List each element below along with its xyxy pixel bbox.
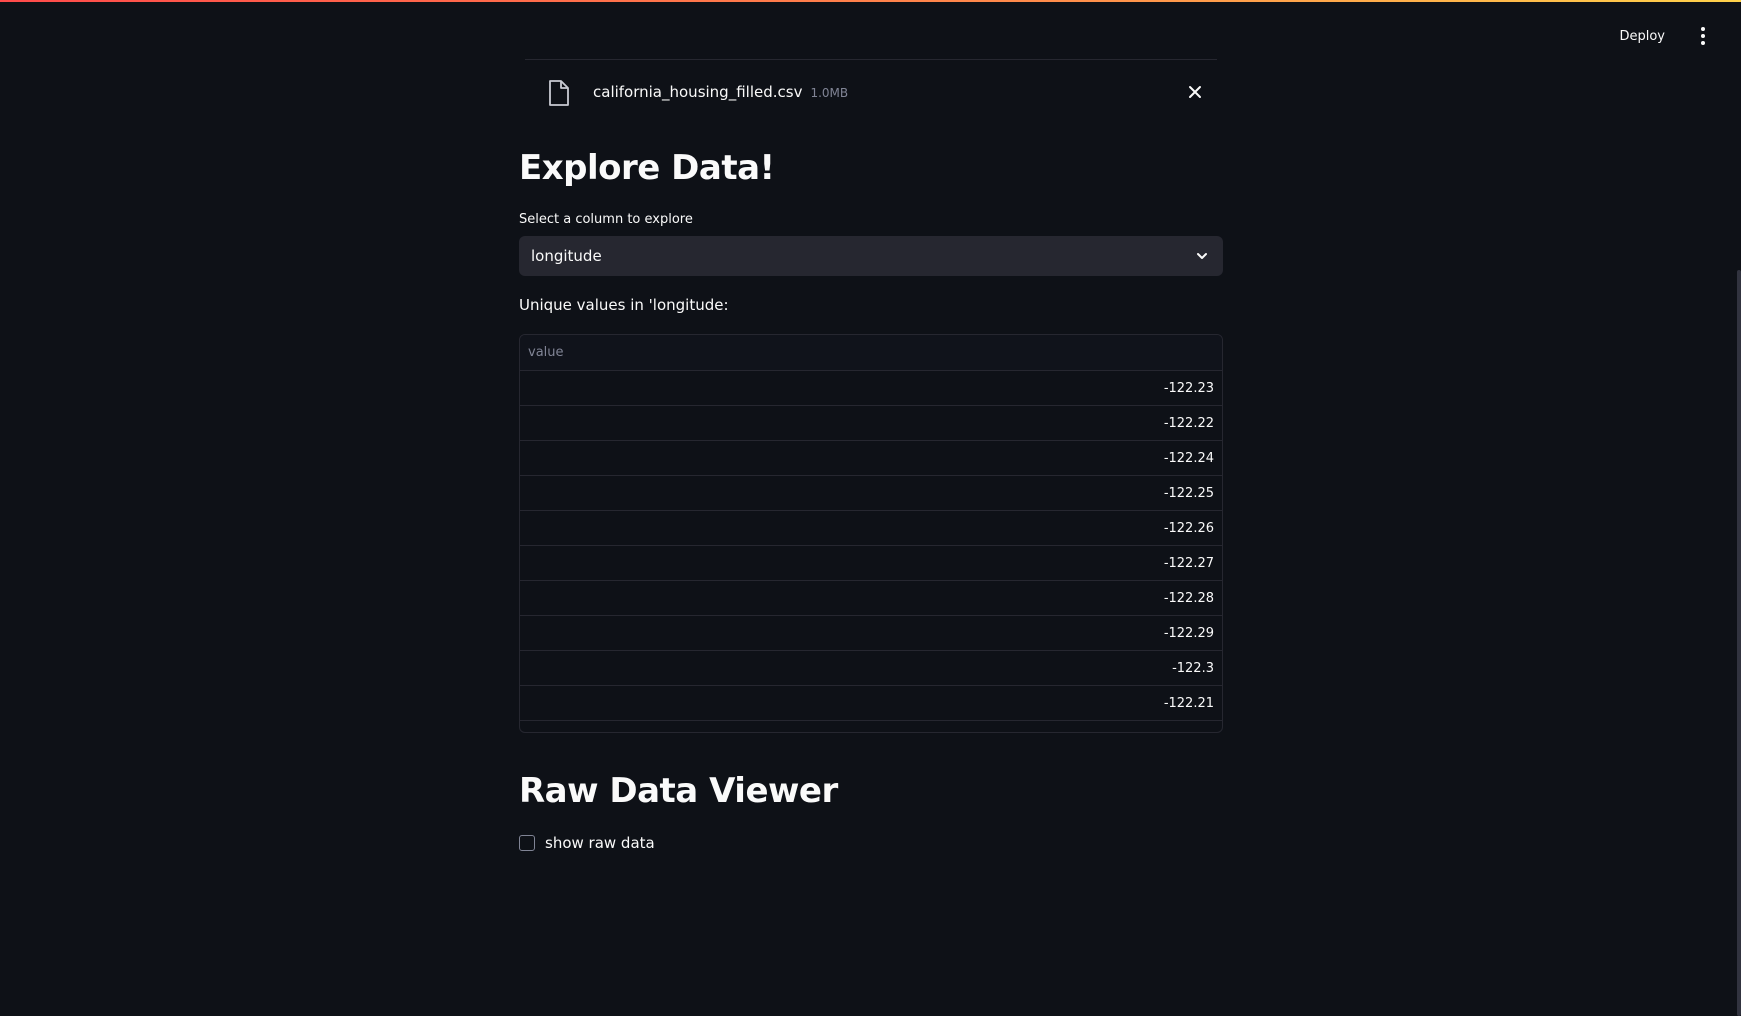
column-select-value: longitude — [531, 247, 602, 265]
deploy-button[interactable]: Deploy — [1613, 25, 1671, 48]
file-name: california_housing_filled.csv — [593, 83, 803, 101]
unique-values-table[interactable]: value -122.23 -122.22 -122.24 -122.25 -1… — [519, 334, 1223, 733]
file-size: 1.0MB — [810, 86, 849, 100]
kebab-menu-icon[interactable] — [1695, 24, 1711, 48]
table-row[interactable]: -122.28 — [520, 581, 1222, 616]
header-actions: Deploy — [1613, 24, 1711, 48]
table-row[interactable]: -122.24 — [520, 441, 1222, 476]
remove-file-button[interactable] — [1185, 82, 1205, 102]
file-icon — [549, 80, 569, 106]
table-row[interactable]: -122.26 — [520, 511, 1222, 546]
table-row[interactable]: -122.29 — [520, 616, 1222, 651]
table-column-header[interactable]: value — [520, 335, 1222, 371]
chevron-down-icon — [1197, 253, 1207, 259]
show-raw-data-checkbox[interactable] — [519, 835, 535, 851]
close-icon — [1189, 86, 1201, 98]
unique-values-caption: Unique values in 'longitude: — [519, 296, 729, 314]
uploaded-file-info: california_housing_filled.csv 1.0MB — [593, 83, 848, 101]
select-label: Select a column to explore — [519, 212, 693, 227]
raw-data-title: Raw Data Viewer — [519, 771, 838, 811]
top-decoration-bar — [0, 0, 1741, 2]
column-select[interactable]: longitude — [519, 236, 1223, 276]
table-row[interactable]: -122.21 — [520, 686, 1222, 721]
table-row[interactable]: -122.3 — [520, 651, 1222, 686]
table-row[interactable]: -122.25 — [520, 476, 1222, 511]
show-raw-data-label: show raw data — [545, 834, 655, 852]
table-row[interactable]: -122.22 — [520, 406, 1222, 441]
table-row[interactable]: -122.27 — [520, 546, 1222, 581]
show-raw-data-toggle[interactable]: show raw data — [519, 834, 655, 852]
uploaded-file-row: california_housing_filled.csv 1.0MB — [525, 59, 1217, 125]
page-scrollbar[interactable] — [1737, 270, 1741, 1016]
table-row[interactable]: -122.23 — [520, 371, 1222, 406]
explore-title: Explore Data! — [519, 148, 775, 188]
